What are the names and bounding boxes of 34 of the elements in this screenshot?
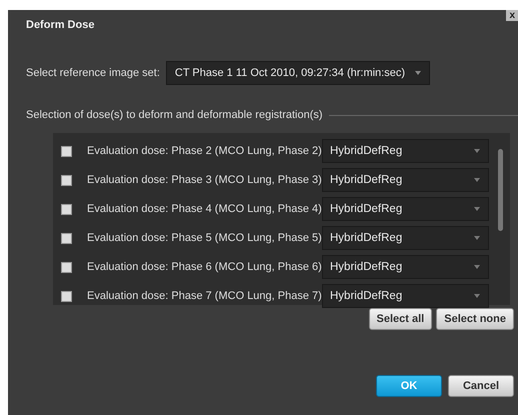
registration-dropdown[interactable]: HybridDefReg (322, 255, 489, 279)
select-button[interactable]: Select all (368, 308, 432, 330)
dropdown-arrow-icon (474, 149, 480, 153)
dose-label: Evaluation dose: Phase 4 (MCO Lung, Phase 4) (87, 203, 322, 215)
checkbox[interactable] (61, 146, 72, 156)
dose-label: Evaluation dose: Phase 6 (MCO Lung, Phase 6) (87, 261, 322, 273)
registration-dropdown[interactable]: HybridDefReg (322, 197, 489, 221)
registration-dropdown[interactable]: HybridDefReg (322, 168, 489, 192)
checkbox[interactable] (61, 290, 72, 302)
section-title: Selection of dose(s) to deform and deformable registration(s) (26, 109, 323, 121)
checkbox[interactable] (61, 232, 72, 244)
dropdown-arrow-icon (474, 236, 480, 240)
dose-label: Evaluation dose: Phase 3 (MCO Lung, Phase 3) (87, 174, 322, 186)
dropdown-arrow-icon (474, 265, 480, 269)
checkbox[interactable] (61, 174, 72, 186)
window-title: Deform Dose (26, 19, 94, 31)
reference-dropdown[interactable]: CT Phase 1 11 Oct 2010, 09:27:34 (hr:min:sec) (166, 61, 430, 85)
registration-dropdown[interactable]: HybridDefReg (322, 226, 489, 250)
registration-dropdown[interactable]: HybridDefReg (322, 284, 489, 308)
dropdown-arrow-icon (414, 71, 421, 75)
dropdown-arrow-icon (474, 178, 480, 182)
dose-label: Evaluation dose: Phase 7 (MCO Lung, Phase 7) (87, 290, 322, 302)
select-button[interactable]: Select none (436, 308, 514, 330)
close-button[interactable]: x (506, 10, 518, 21)
cancel-button[interactable]: Cancel (448, 375, 514, 397)
reference-label: Select reference image set: (26, 67, 160, 79)
scrollbar-thumb[interactable] (498, 149, 503, 231)
dropdown-arrow-icon (474, 294, 480, 298)
checkbox[interactable] (61, 262, 72, 272)
checkbox[interactable] (61, 204, 72, 214)
dose-label: Evaluation dose: Phase 5 (MCO Lung, Phase 5) (87, 232, 322, 244)
registration-dropdown[interactable]: HybridDefReg (322, 139, 489, 163)
dose-label: Evaluation dose: Phase 2 (MCO Lung, Phase 2) (87, 145, 322, 157)
dropdown-arrow-icon (474, 207, 480, 211)
